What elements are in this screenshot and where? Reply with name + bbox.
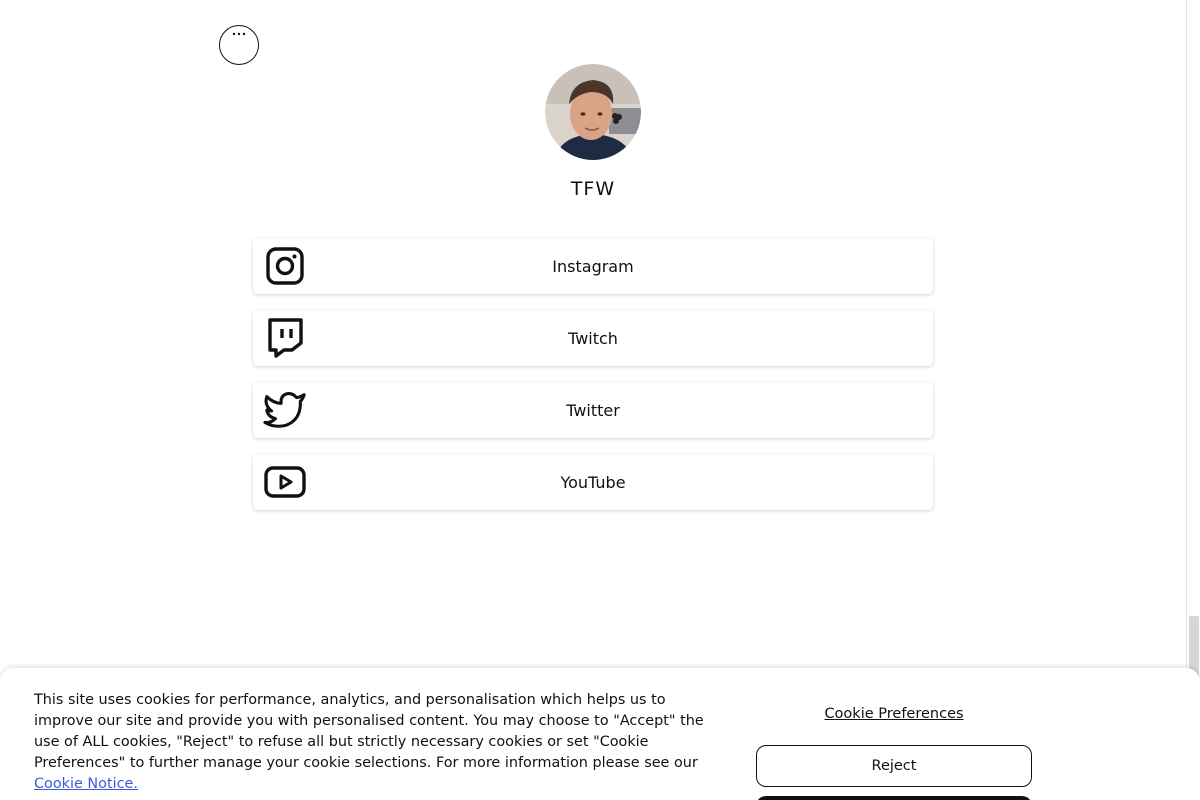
avatar [545, 64, 641, 160]
cookie-text: This site uses cookies for performance, … [34, 690, 714, 795]
reject-button[interactable]: Reject [756, 745, 1032, 787]
links-list: Instagram Twitch Twitter YouTube [253, 238, 933, 526]
link-label: YouTube [560, 472, 626, 492]
more-dots-icon [232, 32, 246, 36]
linktree-page: TFW Instagram Twitch Twitter YouTube Thi… [0, 0, 1200, 800]
accept-button[interactable] [756, 796, 1032, 800]
link-label: Instagram [552, 256, 634, 276]
link-label: Twitter [566, 400, 620, 420]
cookie-message: This site uses cookies for performance, … [34, 692, 704, 771]
twitter-icon [263, 390, 307, 430]
more-options-button[interactable] [219, 25, 259, 65]
link-twitter[interactable]: Twitter [253, 382, 933, 438]
link-youtube[interactable]: YouTube [253, 454, 933, 510]
cookie-preferences-link[interactable]: Cookie Preferences [756, 706, 1032, 722]
link-instagram[interactable]: Instagram [253, 238, 933, 294]
instagram-icon [263, 246, 307, 286]
twitch-icon [263, 318, 307, 358]
cookie-notice-link[interactable]: Cookie Notice. [34, 776, 138, 792]
link-label: Twitch [568, 328, 618, 348]
youtube-icon [263, 462, 307, 502]
profile-name: TFW [570, 178, 616, 200]
cookie-banner: This site uses cookies for performance, … [0, 668, 1200, 800]
link-twitch[interactable]: Twitch [253, 310, 933, 366]
profile-photo [545, 64, 641, 160]
